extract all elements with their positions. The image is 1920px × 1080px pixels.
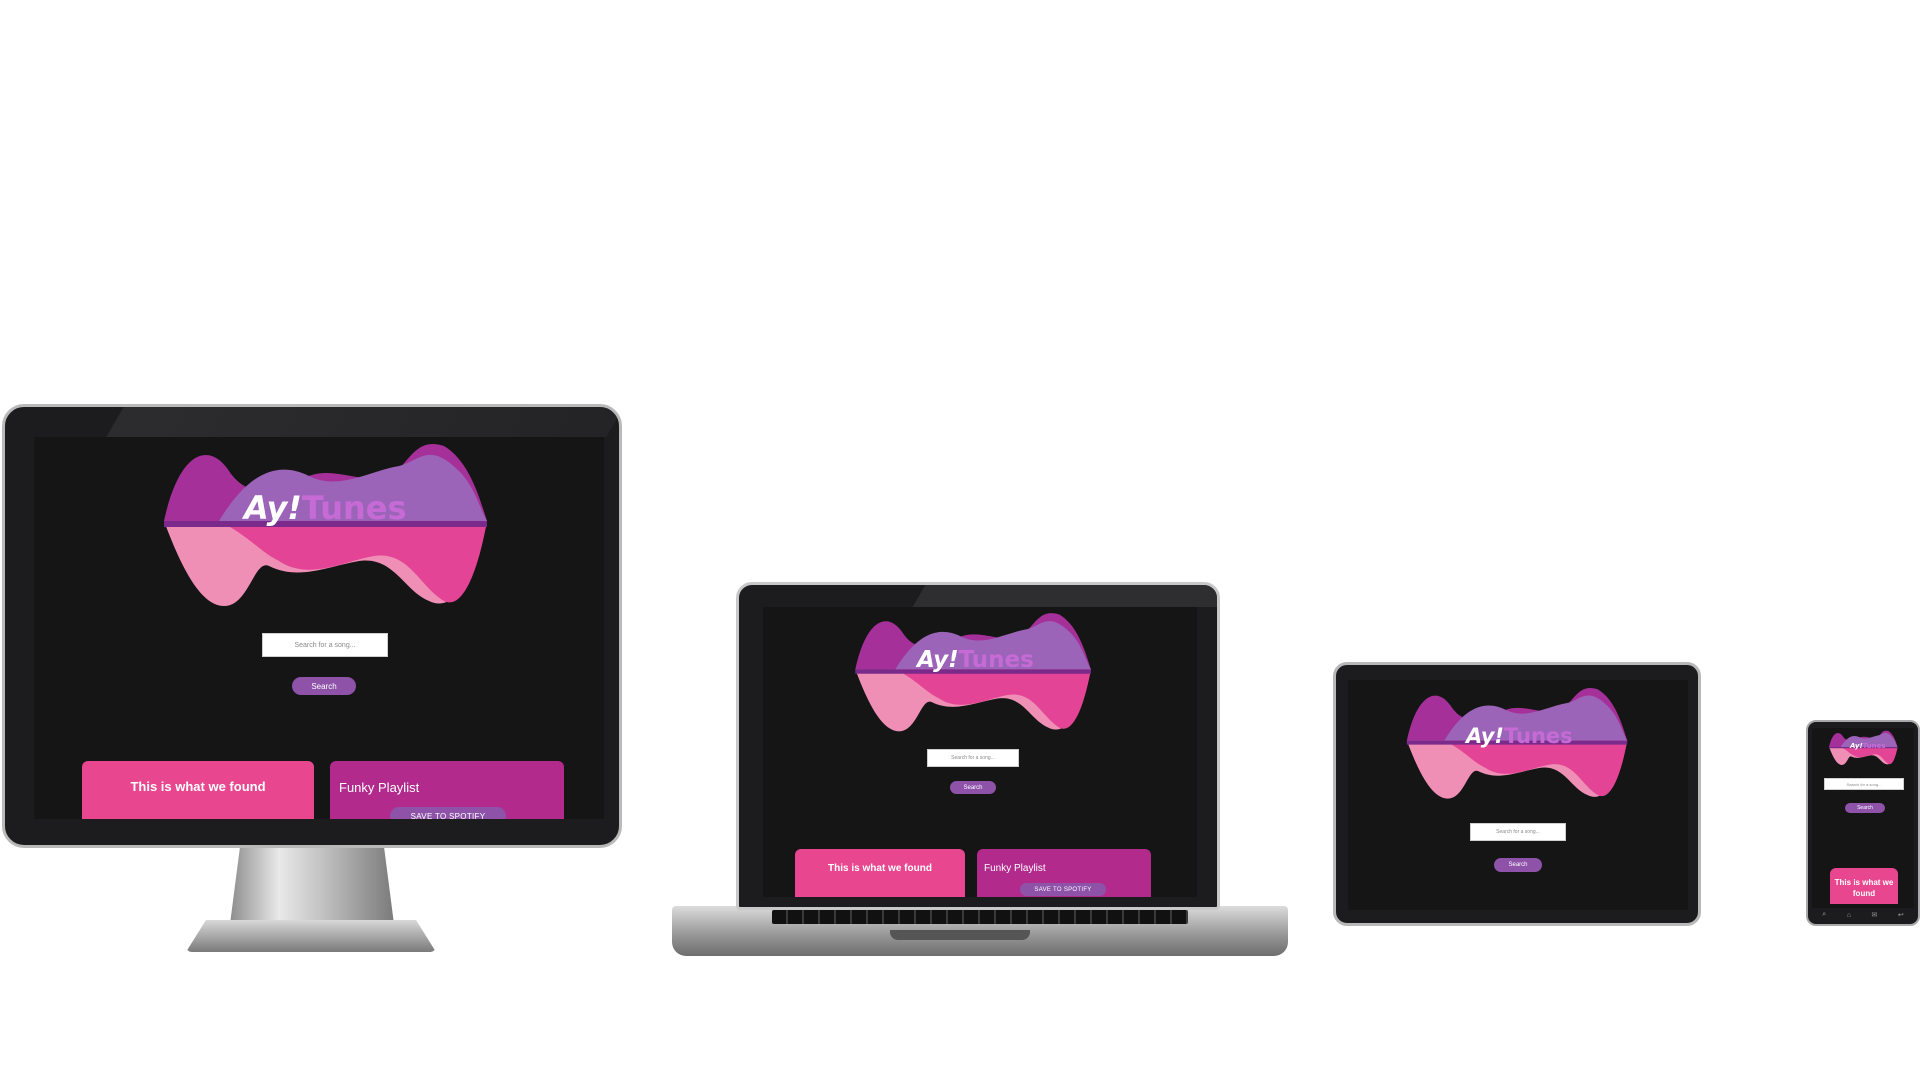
results-card: This is what we found xyxy=(82,761,314,819)
mail-icon[interactable]: ✉ xyxy=(1871,911,1877,919)
results-card: This is what we found xyxy=(795,849,965,897)
desktop-monitor: Ay!Tunes Search for a song... Search Thi… xyxy=(2,404,622,848)
save-to-spotify-button[interactable]: SAVE TO SPOTIFY xyxy=(390,807,506,819)
playlist-name: Funky Playlist xyxy=(339,780,420,795)
playlist-name: Funky Playlist xyxy=(984,863,1046,874)
logo-tunes: Tunes xyxy=(1504,724,1573,748)
search-input[interactable]: Search for a song... xyxy=(1824,778,1904,790)
laptop-screen: Ay!Tunes Search for a song... Search Thi… xyxy=(763,607,1197,897)
desktop-screen: Ay!Tunes Search for a song... Search Thi… xyxy=(34,437,604,819)
logo-text: Ay!Tunes xyxy=(1466,724,1573,748)
logo-text: Ay!Tunes xyxy=(244,489,407,527)
logo-ay: Ay! xyxy=(1466,724,1504,748)
monitor-foot xyxy=(186,920,436,952)
logo-tunes: Tunes xyxy=(958,647,1034,673)
logo-text: Ay!Tunes xyxy=(1850,742,1886,750)
playlist-card: Funky Playlist SAVE TO SPOTIFY xyxy=(330,761,564,819)
monitor-stand xyxy=(230,848,394,924)
logo-ay: Ay! xyxy=(917,647,959,673)
phone-screen: Ay!Tunes Search for a song... Search Thi… xyxy=(1812,728,1914,908)
tablet-screen: Ay!Tunes Search for a song... Search xyxy=(1348,680,1688,910)
phone: Ay!Tunes Search for a song... Search Thi… xyxy=(1806,720,1920,926)
search-icon[interactable]: ⌕ xyxy=(1822,911,1826,919)
laptop: Ay!Tunes Search for a song... Search Thi… xyxy=(736,582,1220,910)
logo-tunes: Tunes xyxy=(301,489,407,527)
back-icon[interactable]: ↩ xyxy=(1898,911,1904,919)
phone-nav-bar: ⌕ ⌂ ✉ ↩ xyxy=(1812,908,1914,922)
logo-text: Ay!Tunes xyxy=(917,647,1034,673)
search-button[interactable]: Search xyxy=(292,677,356,695)
results-card: This is what we found xyxy=(1830,868,1898,904)
search-input[interactable]: Search for a song... xyxy=(262,633,388,657)
search-button[interactable]: Search xyxy=(1845,803,1885,813)
home-icon[interactable]: ⌂ xyxy=(1847,912,1851,919)
playlist-card: Funky Playlist SAVE TO SPOTIFY xyxy=(977,849,1151,897)
search-button[interactable]: Search xyxy=(950,781,996,794)
search-input[interactable]: Search for a song... xyxy=(1470,823,1566,841)
search-button[interactable]: Search xyxy=(1494,858,1542,872)
save-to-spotify-button[interactable]: SAVE TO SPOTIFY xyxy=(1020,883,1106,896)
search-input[interactable]: Search for a song... xyxy=(927,749,1019,767)
laptop-keyboard xyxy=(772,910,1188,924)
logo-tunes: Tunes xyxy=(1862,742,1886,750)
laptop-trackpad-notch xyxy=(890,930,1030,940)
logo-wave-graphic xyxy=(855,613,1091,732)
logo-ay: Ay! xyxy=(1850,742,1863,750)
tablet: Ay!Tunes Search for a song... Search xyxy=(1333,662,1701,926)
logo-ay: Ay! xyxy=(244,489,302,527)
